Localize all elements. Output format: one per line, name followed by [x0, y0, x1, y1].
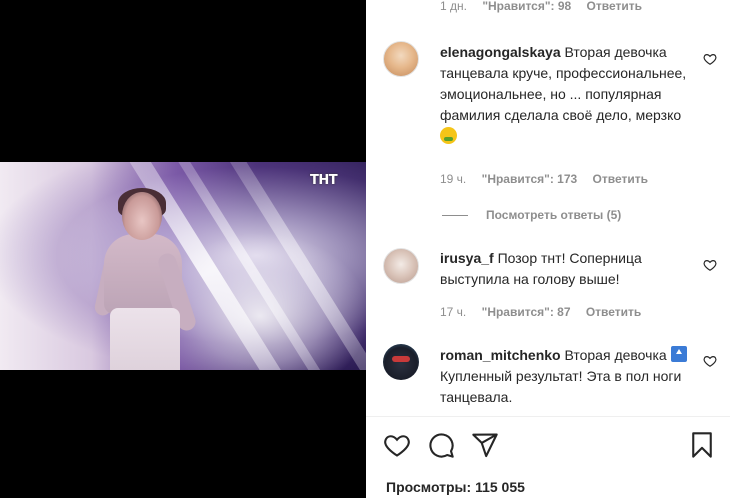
comment-meta: 17 ч. "Нравится": 87 Ответить: [440, 305, 653, 319]
comment-icon[interactable]: [427, 431, 455, 459]
comment-username[interactable]: roman_mitchenko: [440, 347, 561, 363]
view-replies-button[interactable]: Посмотреть ответы (5): [442, 208, 621, 222]
comment-body: irusya_f Позор тнт! Соперница выступила …: [440, 248, 702, 290]
like-comment-heart-icon[interactable]: [703, 354, 717, 368]
avatar[interactable]: [383, 41, 419, 77]
comment-body: elenagongalskaya Вторая девочка танцевал…: [440, 42, 702, 147]
action-bar: Просмотры: 115 055: [366, 417, 730, 498]
comment-username[interactable]: irusya_f: [440, 250, 494, 266]
share-icon[interactable]: [471, 431, 499, 459]
comment-time: 17 ч.: [440, 305, 467, 319]
comment-time: 1 дн.: [440, 0, 467, 13]
views-label: Просмотры:: [386, 479, 472, 495]
channel-logo: ТНТ: [310, 173, 338, 188]
comment-meta-top: 1 дн. "Нравится": 98 Ответить: [440, 0, 654, 13]
comment-likes[interactable]: "Нравится": 98: [482, 0, 571, 13]
comment-likes[interactable]: "Нравится": 173: [482, 172, 578, 186]
comment-text-end: Купленный результат! Эта в пол ноги танц…: [440, 368, 682, 405]
comment-username[interactable]: elenagongalskaya: [440, 44, 561, 60]
nauseated-face-emoji-icon: [440, 127, 457, 144]
views-value: 115 055: [475, 479, 525, 495]
views-count[interactable]: Просмотры: 115 055: [386, 479, 525, 495]
like-comment-heart-icon[interactable]: [703, 52, 717, 66]
dancer-head: [122, 192, 162, 240]
like-comment-heart-icon[interactable]: [703, 258, 717, 272]
video-player[interactable]: ТНТ: [0, 162, 366, 370]
avatar[interactable]: [383, 344, 419, 380]
view-replies-label: Посмотреть ответы (5): [486, 208, 622, 222]
top-emoji-icon: [670, 346, 687, 362]
reply-button[interactable]: Ответить: [586, 305, 641, 319]
comment-text-start: Вторая девочка: [564, 347, 667, 363]
avatar[interactable]: [383, 248, 419, 284]
comments-pane[interactable]: 1 дн. "Нравится": 98 Ответить elenagonga…: [366, 0, 730, 416]
media-pane: ТНТ: [0, 0, 366, 498]
comment-likes[interactable]: "Нравится": 87: [482, 305, 571, 319]
heart-icon[interactable]: [383, 431, 411, 459]
dancer-legs: [110, 308, 180, 370]
view-replies-line: [442, 214, 468, 216]
bookmark-icon[interactable]: [688, 431, 716, 459]
reply-button[interactable]: Ответить: [593, 172, 648, 186]
comment-meta: 19 ч. "Нравится": 173 Ответить: [440, 172, 660, 186]
comment-body: roman_mitchenko Вторая девочка Купленный…: [440, 345, 702, 408]
reply-button[interactable]: Ответить: [587, 0, 642, 13]
comment-time: 19 ч.: [440, 172, 467, 186]
